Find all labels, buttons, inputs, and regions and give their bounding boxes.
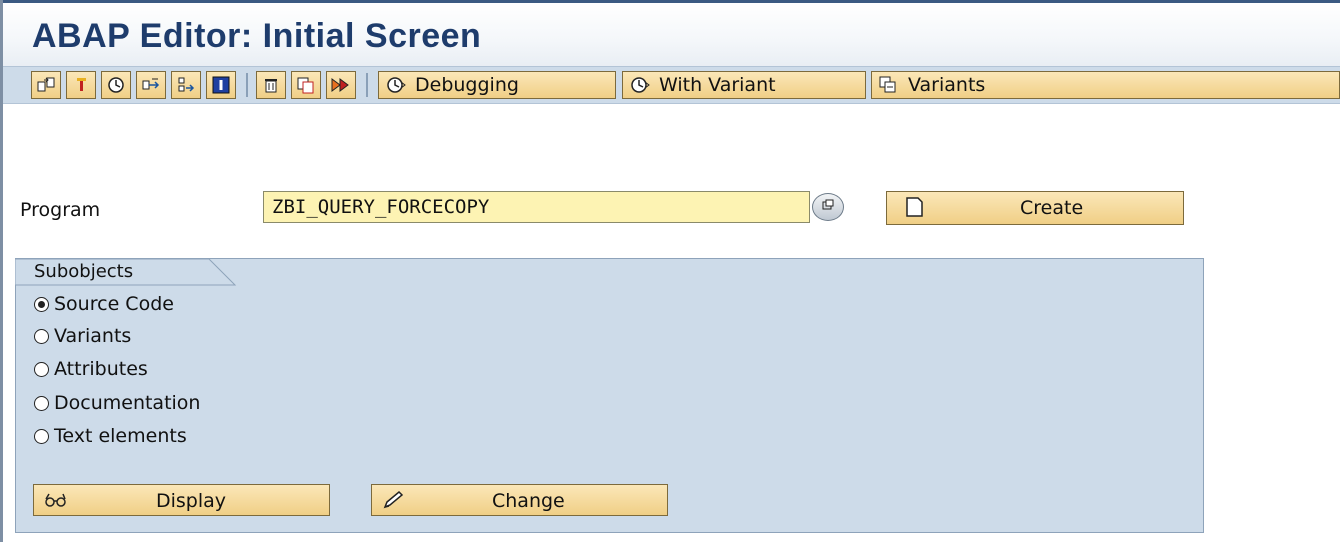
other-object-icon <box>36 75 56 95</box>
value-help-button[interactable] <box>812 193 844 221</box>
sap-window: ABAP Editor: Initial Screen Debugging Wi… <box>0 0 1340 542</box>
program-label: Program <box>20 199 101 221</box>
where-used-button[interactable] <box>136 71 166 99</box>
delete-icon <box>261 75 281 95</box>
create-label: Create <box>1020 197 1084 219</box>
activate-icon <box>106 75 126 95</box>
radio-icon <box>34 428 49 444</box>
check-button[interactable] <box>66 71 96 99</box>
radio-icon <box>34 395 49 411</box>
toolbar-separator <box>246 73 248 97</box>
change-label: Change <box>492 490 565 512</box>
rename-button[interactable] <box>326 71 356 99</box>
with-variant-button[interactable]: With Variant <box>622 71 866 99</box>
copy-button[interactable] <box>291 71 321 99</box>
toolbar-separator <box>366 73 368 97</box>
radio-variants[interactable]: Variants <box>34 322 131 350</box>
display-button[interactable]: Display <box>33 484 330 516</box>
radio-label: Attributes <box>54 358 148 380</box>
delete-button[interactable] <box>256 71 286 99</box>
radio-label: Variants <box>54 325 132 347</box>
radio-label: Text elements <box>54 425 187 447</box>
radio-text-elements[interactable]: Text elements <box>34 422 187 450</box>
radio-documentation[interactable]: Documentation <box>34 389 200 417</box>
page-title: ABAP Editor: Initial Screen <box>32 17 482 55</box>
variants-button[interactable]: Variants <box>871 71 1340 99</box>
rename-icon <box>330 75 352 95</box>
info-button[interactable] <box>206 71 236 99</box>
application-toolbar: Debugging With Variant Variants <box>3 66 1340 104</box>
copy-icon <box>296 75 316 95</box>
radio-selected-icon <box>34 296 49 312</box>
navigate-icon <box>176 75 196 95</box>
with-variant-label: With Variant <box>659 74 776 96</box>
radio-icon <box>34 328 49 344</box>
change-button[interactable]: Change <box>371 484 668 516</box>
subobjects-title: Subobjects <box>34 261 134 282</box>
other-object-button[interactable] <box>31 71 61 99</box>
create-button[interactable]: Create <box>886 191 1184 225</box>
debugging-label: Debugging <box>415 74 519 96</box>
info-icon <box>211 75 231 95</box>
program-input[interactable] <box>263 191 810 223</box>
check-icon <box>71 75 91 95</box>
value-help-icon <box>820 198 836 217</box>
activate-button[interactable] <box>101 71 131 99</box>
glasses-icon <box>43 490 69 515</box>
radio-label: Source Code <box>54 293 174 315</box>
radio-attributes[interactable]: Attributes <box>34 355 148 383</box>
radio-source-code[interactable]: Source Code <box>34 290 174 318</box>
new-document-icon <box>905 196 925 223</box>
variants-icon <box>878 75 900 95</box>
variants-label: Variants <box>908 74 986 96</box>
navigate-button[interactable] <box>171 71 201 99</box>
title-bar: ABAP Editor: Initial Screen <box>3 0 1340 66</box>
display-label: Display <box>156 490 227 512</box>
radio-icon <box>34 361 49 377</box>
debugging-button[interactable]: Debugging <box>378 71 616 99</box>
execute-with-variant-icon <box>629 75 651 95</box>
radio-label: Documentation <box>54 392 201 414</box>
debug-icon <box>385 75 407 95</box>
where-used-icon <box>141 75 161 95</box>
pencil-icon <box>381 490 407 515</box>
